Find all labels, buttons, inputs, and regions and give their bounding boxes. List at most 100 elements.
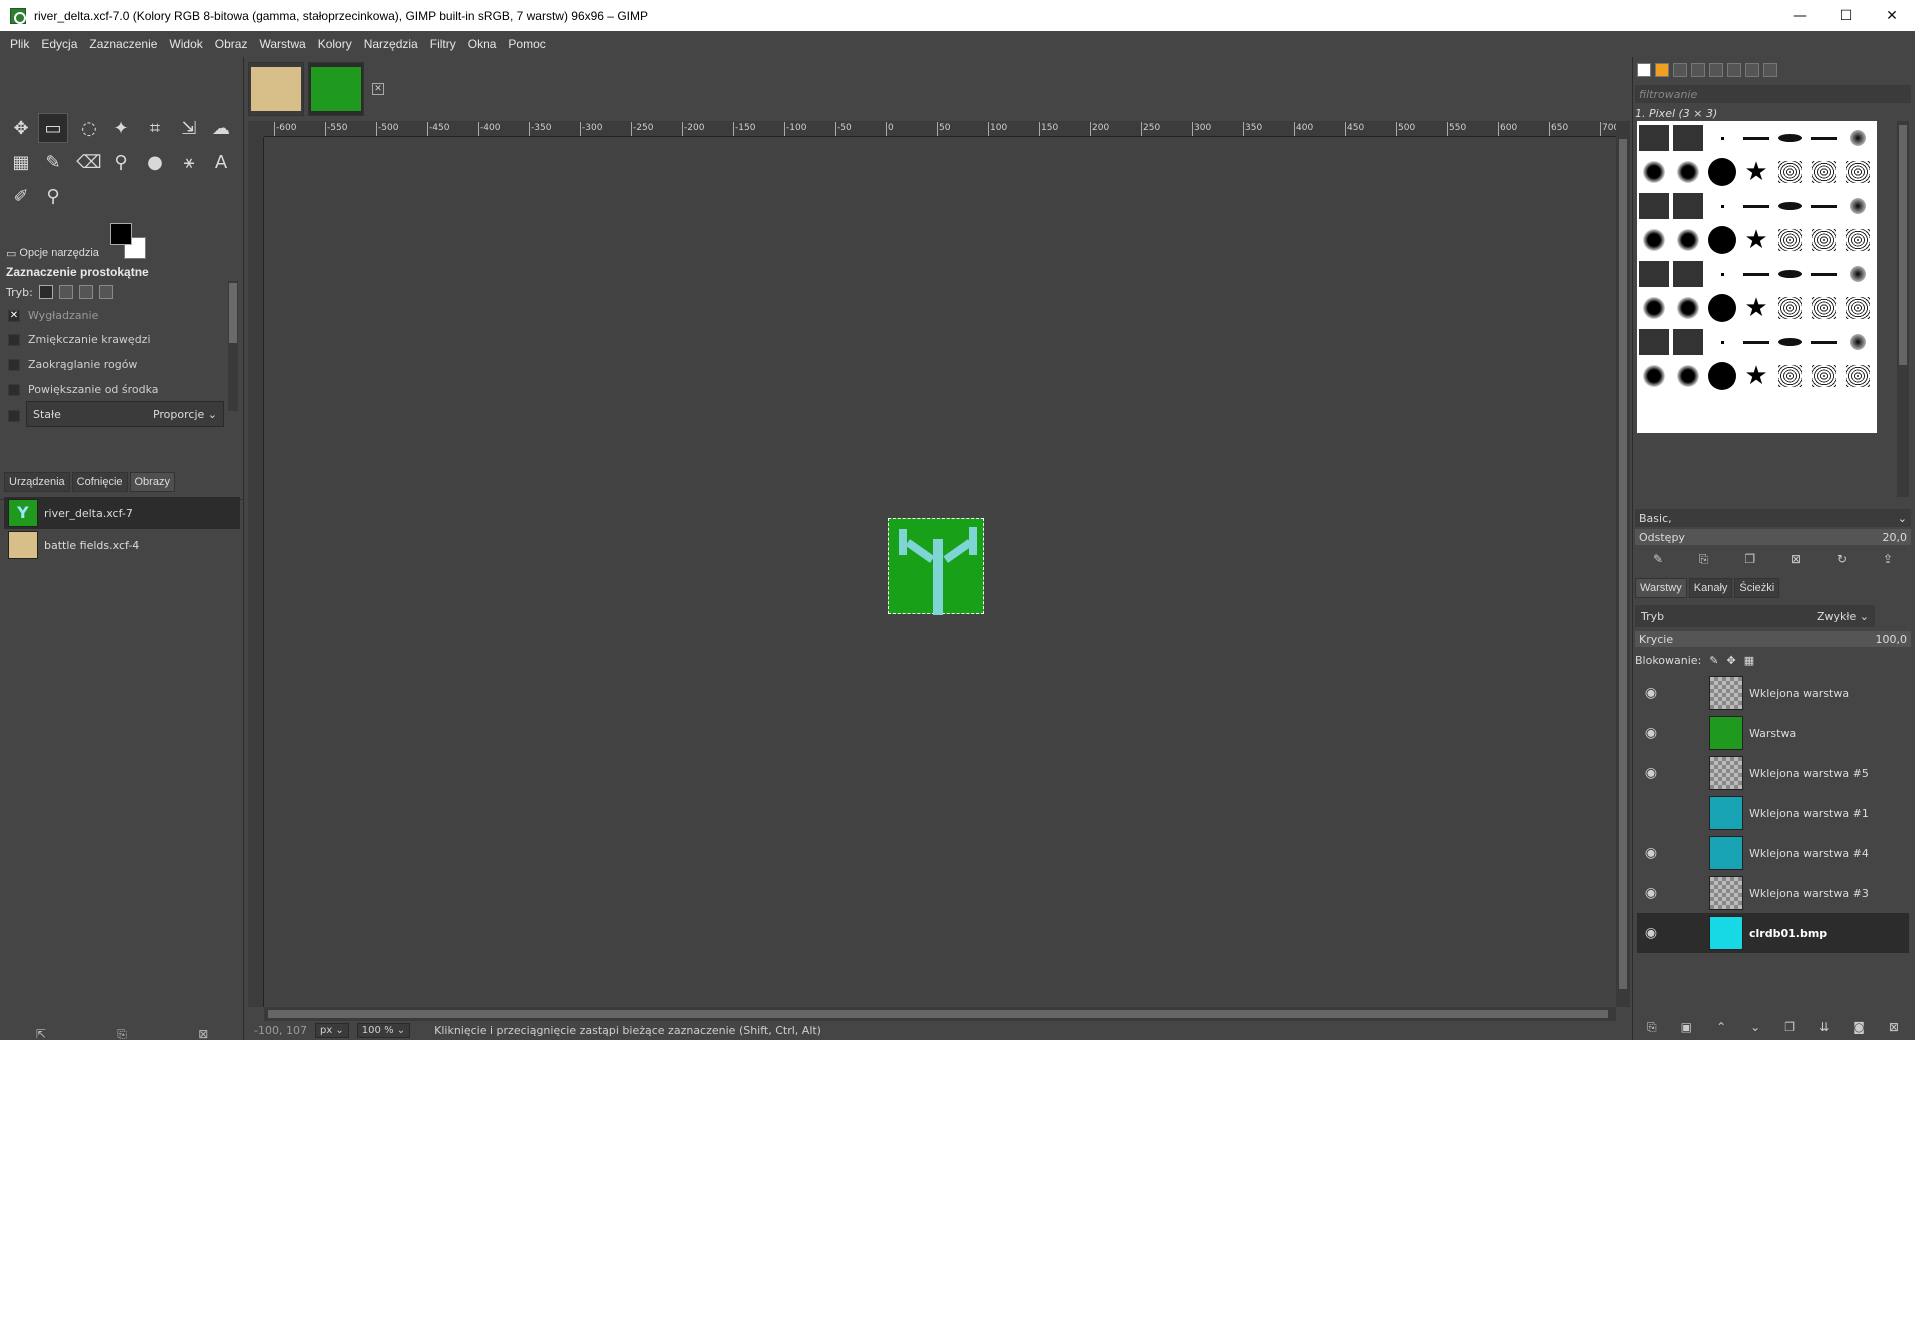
mask-layer-icon[interactable]: ◙ (1853, 1020, 1865, 1034)
brush-preset-cell[interactable] (1773, 223, 1807, 257)
layer-row[interactable]: Wklejona warstwa #1 (1637, 793, 1909, 833)
feather-option[interactable]: Zmiękczanie krawędzi (8, 333, 151, 346)
tab-histogram[interactable] (1763, 63, 1777, 77)
brush-preset-cell[interactable] (1841, 257, 1875, 291)
brush-preset-cell[interactable] (1841, 359, 1875, 393)
brush-preset-cell[interactable] (1637, 121, 1671, 155)
menu-select[interactable]: Zaznaczenie (83, 37, 163, 51)
brush-preset-cell[interactable] (1671, 325, 1705, 359)
menu-view[interactable]: Widok (163, 37, 208, 51)
warp-tool-icon[interactable]: ☁ (206, 113, 236, 143)
expand-center-option[interactable]: Powiększanie od środka (8, 383, 159, 396)
tab-channels[interactable]: Kanały (1688, 578, 1733, 598)
lower-layer-icon[interactable]: ⌄ (1750, 1020, 1760, 1034)
layer-row[interactable]: ◉ Warstwa (1637, 713, 1909, 753)
brush-filter-input[interactable]: filtrowanie (1635, 85, 1911, 103)
lock-pixels-icon[interactable]: ✎ (1709, 654, 1718, 667)
lock-position-icon[interactable]: ✥ (1727, 654, 1736, 667)
layer-mode-select[interactable]: Tryb Zwykłe ⌄ (1635, 605, 1875, 627)
menu-help[interactable]: Pomoc (502, 37, 551, 51)
brush-preset-cell[interactable] (1705, 189, 1739, 223)
layer-row[interactable]: ◉ Wklejona warstwa (1637, 673, 1909, 713)
opacity-slider[interactable]: Krycie 100,0 (1635, 631, 1911, 647)
visibility-eye-icon[interactable]: ◉ (1637, 925, 1665, 941)
path-tool-icon[interactable]: ⚹ (174, 147, 204, 177)
brush-scrollbar[interactable] (1897, 121, 1909, 497)
layer-row[interactable]: ◉ Wklejona warstwa #5 (1637, 753, 1909, 793)
visibility-eye-icon[interactable]: ◉ (1637, 845, 1665, 861)
brush-preset-cell[interactable] (1807, 291, 1841, 325)
tool-options-scrollbar[interactable] (228, 281, 238, 411)
tab-undo[interactable]: Cofnięcie (71, 472, 128, 492)
rounded-checkbox[interactable] (8, 358, 20, 371)
brush-preset-cell[interactable] (1841, 121, 1875, 155)
vertical-scrollbar[interactable] (1616, 121, 1630, 1007)
brush-preset-cell[interactable] (1637, 359, 1671, 393)
menu-edit[interactable]: Edycja (35, 37, 83, 51)
brush-preset-cell[interactable] (1807, 257, 1841, 291)
brush-preset-cell[interactable] (1807, 189, 1841, 223)
new-brush-icon[interactable]: ⎘ (1699, 552, 1709, 567)
lasso-tool-icon[interactable]: ◌ (74, 113, 104, 143)
zoom-tool-icon[interactable]: ⚲ (38, 181, 68, 211)
menu-colors[interactable]: Kolory (312, 37, 358, 51)
rect-select-tool-icon[interactable]: ▭ (38, 113, 68, 143)
spacing-slider[interactable]: Odstępy 20,0 (1635, 529, 1911, 545)
visibility-eye-icon[interactable]: ◉ (1637, 885, 1665, 901)
tab-patterns[interactable] (1655, 63, 1669, 77)
brush-preset-cell[interactable] (1739, 257, 1773, 291)
antialias-option[interactable]: ✕ Wygładzanie (8, 309, 98, 322)
layer-row[interactable]: ◉ Wklejona warstwa #4 (1637, 833, 1909, 873)
tab-dynamics[interactable] (1709, 63, 1723, 77)
menu-windows[interactable]: Okna (462, 37, 503, 51)
layer-row[interactable]: ◉ Wklejona warstwa #3 (1637, 873, 1909, 913)
gradient-tool-icon[interactable]: ▦ (6, 147, 36, 177)
feather-checkbox[interactable] (8, 333, 20, 346)
menu-layer[interactable]: Warstwa (253, 37, 311, 51)
zoom-select[interactable]: 100 % ⌄ (356, 1023, 411, 1038)
new-group-icon[interactable]: ▣ (1681, 1020, 1692, 1034)
brush-preset-cell[interactable] (1705, 359, 1739, 393)
rounded-option[interactable]: Zaokrąglanie rogów (8, 358, 137, 371)
brush-preset-cell[interactable] (1807, 223, 1841, 257)
tab-brushes[interactable] (1637, 63, 1651, 77)
canvas[interactable] (264, 137, 1616, 1007)
open-brush-icon[interactable]: ⇪ (1883, 552, 1893, 566)
close-tab-icon[interactable]: ✕ (372, 83, 384, 95)
mode-subtract-icon[interactable] (78, 285, 93, 299)
brush-preset-cell[interactable] (1773, 325, 1807, 359)
image-tab-battle-fields[interactable] (248, 62, 304, 116)
scale-tool-icon[interactable]: ⇲ (174, 113, 204, 143)
brush-preset-cell[interactable] (1773, 291, 1807, 325)
brush-preset-cell[interactable] (1773, 155, 1807, 189)
tab-fonts[interactable] (1673, 63, 1687, 77)
clone-tool-icon[interactable]: ⚲ (106, 147, 136, 177)
fixed-option[interactable] (8, 410, 28, 422)
brush-preset-cell[interactable]: ★ (1739, 155, 1773, 189)
image-list-item[interactable]: river_delta.xcf-7 (4, 497, 240, 529)
fuzzy-select-tool-icon[interactable]: ✦ (106, 113, 136, 143)
brush-preset-cell[interactable] (1637, 257, 1671, 291)
tab-images[interactable]: Obrazy (129, 472, 175, 492)
tab-gradients[interactable] (1691, 63, 1705, 77)
brush-preset-cell[interactable] (1841, 189, 1875, 223)
color-picker-tool-icon[interactable]: ✐ (6, 181, 36, 211)
delete-image-icon[interactable]: ⊠ (198, 1027, 208, 1041)
brush-preset-cell[interactable] (1671, 359, 1705, 393)
brush-preset-cell[interactable] (1671, 121, 1705, 155)
menu-tools[interactable]: Narzędzia (358, 37, 424, 51)
refresh-brushes-icon[interactable]: ↻ (1837, 552, 1847, 566)
merge-layer-icon[interactable]: ⇊ (1819, 1020, 1829, 1034)
tab-layers[interactable]: Warstwy (1635, 578, 1687, 598)
brush-preset-cell[interactable] (1637, 189, 1671, 223)
brush-preset-cell[interactable] (1705, 223, 1739, 257)
layer-row[interactable]: ◉ clrdb01.bmp (1637, 913, 1909, 953)
fixed-checkbox[interactable] (8, 410, 20, 422)
brush-preset-cell[interactable] (1841, 291, 1875, 325)
delete-layer-icon[interactable]: ⊠ (1889, 1020, 1899, 1034)
brush-preset-cell[interactable] (1671, 257, 1705, 291)
brush-preset-cell[interactable] (1841, 325, 1875, 359)
lock-alpha-icon[interactable]: ▦ (1744, 654, 1754, 667)
delete-brush-icon[interactable]: ⊠ (1791, 552, 1801, 566)
visibility-eye-icon[interactable]: ◉ (1637, 725, 1665, 741)
